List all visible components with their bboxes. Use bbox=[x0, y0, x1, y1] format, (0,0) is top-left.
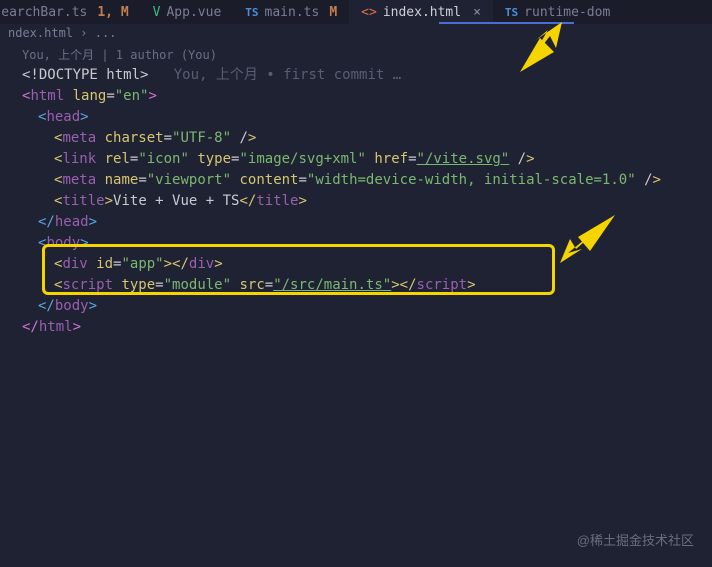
typescript-icon: TS bbox=[245, 6, 258, 19]
tab-label: runtime-dom bbox=[524, 5, 610, 20]
typescript-icon: TS bbox=[505, 6, 518, 19]
code-text: <!DOCTYPE html> bbox=[22, 67, 148, 83]
html-icon: <> bbox=[361, 5, 377, 20]
tab-badge: 1, M bbox=[97, 5, 128, 20]
tab-bar: TS earchBar.ts 1, M V App.vue TS main.ts… bbox=[0, 0, 712, 24]
tab-label: App.vue bbox=[166, 5, 221, 20]
close-icon[interactable]: × bbox=[473, 5, 481, 20]
vue-icon: V bbox=[153, 5, 161, 20]
tab-badge: M bbox=[329, 5, 337, 20]
tab-label: earchBar.ts bbox=[1, 5, 87, 20]
tab-indexhtml[interactable]: <> index.html × bbox=[349, 0, 493, 24]
tab-label: main.ts bbox=[265, 5, 320, 20]
code-editor[interactable]: <!DOCTYPE html> You, 上个月 • first commit … bbox=[0, 65, 712, 338]
tab-searchbar[interactable]: TS earchBar.ts 1, M bbox=[0, 0, 141, 24]
tab-maints[interactable]: TS main.ts M bbox=[233, 0, 349, 24]
tab-runtimedom[interactable]: TS runtime-dom bbox=[493, 0, 622, 24]
codelens[interactable]: You, 上个月 | 1 author (You) bbox=[0, 42, 712, 65]
tab-appvue[interactable]: V App.vue bbox=[141, 0, 234, 24]
watermark: @稀土掘金技术社区 bbox=[577, 530, 694, 549]
git-blame: You, 上个月 • first commit … bbox=[174, 67, 401, 83]
tab-label: index.html bbox=[383, 5, 461, 20]
breadcrumb[interactable]: ndex.html › ... bbox=[0, 24, 712, 42]
active-tab-underline bbox=[439, 22, 574, 24]
